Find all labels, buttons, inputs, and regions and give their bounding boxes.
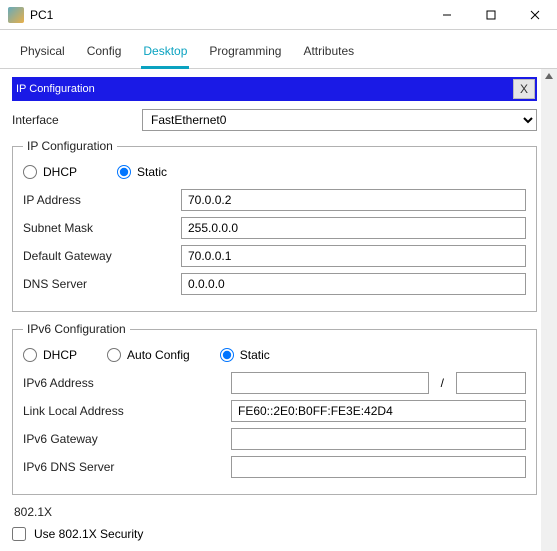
dot1x-label: Use 802.1X Security <box>34 527 143 541</box>
tab-desktop[interactable]: Desktop <box>141 40 189 69</box>
tab-physical[interactable]: Physical <box>18 40 67 68</box>
ipv6-fieldset: IPv6 Configuration DHCP Auto Config Stat… <box>12 322 537 495</box>
tab-programming[interactable]: Programming <box>207 40 283 68</box>
ipv6-prefix-input[interactable] <box>456 372 526 394</box>
ipv4-dhcp-radio[interactable]: DHCP <box>23 165 77 179</box>
ipv4-fieldset: IP Configuration DHCP Static IP Address … <box>12 139 537 312</box>
ipv6-address-input[interactable] <box>231 372 429 394</box>
default-gateway-input[interactable] <box>181 245 526 267</box>
ipv4-static-label: Static <box>137 165 167 179</box>
ipv6-static-label: Static <box>240 348 270 362</box>
tab-attributes[interactable]: Attributes <box>301 40 356 68</box>
window-title: PC1 <box>30 8 53 22</box>
ip-address-label: IP Address <box>23 193 173 207</box>
ipv6-auto-input[interactable] <box>107 348 121 362</box>
interface-select[interactable]: FastEthernet0 <box>142 109 537 131</box>
interface-label: Interface <box>12 113 142 127</box>
ipv4-static-input[interactable] <box>117 165 131 179</box>
ipv6-prefix-slash: / <box>437 376 448 390</box>
dns-server-label: DNS Server <box>23 277 173 291</box>
app-icon <box>8 7 24 23</box>
ipv6-dhcp-input[interactable] <box>23 348 37 362</box>
ipv4-dhcp-input[interactable] <box>23 165 37 179</box>
titlebar: PC1 <box>0 0 557 30</box>
maximize-button[interactable] <box>469 0 513 30</box>
link-local-input[interactable] <box>231 400 526 422</box>
ipv6-gateway-input[interactable] <box>231 428 526 450</box>
ipv6-static-radio[interactable]: Static <box>220 348 270 362</box>
ipv6-dns-input[interactable] <box>231 456 526 478</box>
ipv6-auto-label: Auto Config <box>127 348 190 362</box>
ipv6-dns-label: IPv6 DNS Server <box>23 460 223 474</box>
ipv6-dhcp-radio[interactable]: DHCP <box>23 348 77 362</box>
subnet-mask-input[interactable] <box>181 217 526 239</box>
ipv4-static-radio[interactable]: Static <box>117 165 167 179</box>
dot1x-legend: 802.1X <box>14 505 537 519</box>
panel-close-button[interactable]: X <box>513 79 535 99</box>
vertical-scrollbar[interactable] <box>541 69 557 551</box>
default-gateway-label: Default Gateway <box>23 249 173 263</box>
content-area: IP Configuration X Interface FastEtherne… <box>0 69 541 551</box>
minimize-button[interactable] <box>425 0 469 30</box>
ipv6-legend: IPv6 Configuration <box>23 322 130 336</box>
dot1x-checkbox[interactable] <box>12 527 26 541</box>
panel-title: IP Configuration <box>16 83 513 95</box>
ipv6-static-input[interactable] <box>220 348 234 362</box>
ipv6-dhcp-label: DHCP <box>43 348 77 362</box>
panel-header: IP Configuration X <box>12 77 537 101</box>
dns-server-input[interactable] <box>181 273 526 295</box>
scroll-up-icon[interactable] <box>545 73 553 79</box>
ipv6-gateway-label: IPv6 Gateway <box>23 432 223 446</box>
ip-address-input[interactable] <box>181 189 526 211</box>
ipv6-address-label: IPv6 Address <box>23 376 223 390</box>
subnet-mask-label: Subnet Mask <box>23 221 173 235</box>
link-local-label: Link Local Address <box>23 404 223 418</box>
ipv4-legend: IP Configuration <box>23 139 117 153</box>
tab-config[interactable]: Config <box>85 40 124 68</box>
tab-bar: Physical Config Desktop Programming Attr… <box>0 30 557 69</box>
close-window-button[interactable] <box>513 0 557 30</box>
ipv6-auto-radio[interactable]: Auto Config <box>107 348 190 362</box>
ipv4-dhcp-label: DHCP <box>43 165 77 179</box>
